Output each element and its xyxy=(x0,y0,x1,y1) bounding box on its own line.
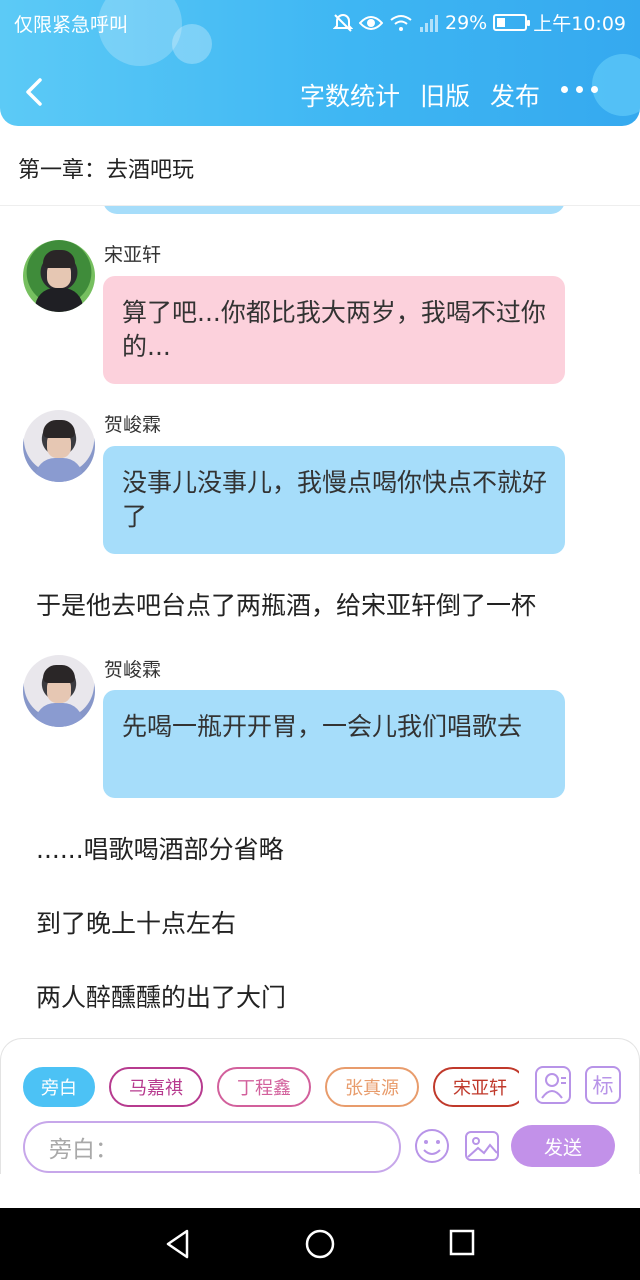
avatar[interactable] xyxy=(23,410,95,482)
role-person-icon[interactable] xyxy=(535,1066,571,1104)
speaker-name: 贺峻霖 xyxy=(104,659,162,681)
role-chip[interactable]: 张真源 xyxy=(325,1067,419,1107)
status-bar: 仅限紧急呼叫 29% 上午10:09 xyxy=(0,0,640,44)
role-chip-narrator[interactable]: 旁白 xyxy=(23,1067,95,1107)
speaker-name: 贺峻霖 xyxy=(104,414,162,436)
chat-bubble xyxy=(103,206,565,214)
nav-bar: 字数统计 旧版 发布 xyxy=(0,66,640,122)
app-header: 仅限紧急呼叫 29% 上午10:09 字数统计 旧版 发布 xyxy=(0,0,640,126)
battery-icon xyxy=(493,14,531,31)
role-selector: 旁白 马嘉祺 丁程鑫 张真源 宋亚轩 xyxy=(23,1067,519,1109)
chat-bubble[interactable]: 先喝一瓶开开胃，一会儿我们唱歌去 xyxy=(103,690,565,798)
narration-text[interactable]: 于是他去吧台点了两瓶酒，给宋亚轩倒了一杯 xyxy=(36,586,536,622)
chat-bubble[interactable]: 没事儿没事儿，我慢点喝你快点不就好了 xyxy=(103,446,565,554)
chapter-title[interactable]: 第一章：去酒吧玩 xyxy=(18,152,194,184)
system-nav-bar xyxy=(0,1208,640,1280)
narration-text[interactable]: ......唱歌喝酒部分省略 xyxy=(36,830,284,866)
publish-button[interactable]: 发布 xyxy=(490,77,540,113)
carrier-text: 仅限紧急呼叫 xyxy=(14,14,129,36)
word-count-button[interactable]: 字数统计 xyxy=(300,77,400,113)
nav-back-icon[interactable] xyxy=(163,1228,193,1260)
more-dots-icon[interactable] xyxy=(561,86,598,93)
battery-percent: 29% xyxy=(445,11,488,34)
narration-text[interactable]: 到了晚上十点左右 xyxy=(36,904,236,940)
status-time: 上午10:09 xyxy=(533,13,626,35)
image-icon[interactable] xyxy=(463,1127,501,1165)
narration-text[interactable]: 两人醉醺醺的出了大门 xyxy=(36,978,286,1014)
mark-button[interactable]: 标 xyxy=(585,1066,621,1104)
mute-icon xyxy=(333,13,353,32)
role-chip[interactable]: 宋亚轩 xyxy=(433,1067,519,1107)
role-chip[interactable]: 马嘉祺 xyxy=(109,1067,203,1107)
avatar[interactable] xyxy=(23,655,95,727)
nav-home-icon[interactable] xyxy=(304,1228,336,1260)
nav-recents-icon[interactable] xyxy=(448,1228,476,1258)
eye-icon xyxy=(359,15,383,30)
avatar[interactable] xyxy=(23,240,95,312)
chapter-title-bar: 第一章：去酒吧玩 xyxy=(0,126,640,206)
message-input[interactable]: 旁白： xyxy=(23,1121,401,1173)
wifi-icon xyxy=(390,14,412,31)
emoji-icon[interactable] xyxy=(413,1127,451,1165)
role-chip[interactable]: 丁程鑫 xyxy=(217,1067,311,1107)
send-button[interactable]: 发送 xyxy=(511,1125,615,1167)
speaker-name: 宋亚轩 xyxy=(104,244,162,266)
signal-icon xyxy=(420,14,438,32)
input-panel: 旁白 马嘉祺 丁程鑫 张真源 宋亚轩 标 旁白： 发送 xyxy=(0,1038,640,1174)
back-arrow-icon[interactable] xyxy=(20,74,50,110)
old-version-button[interactable]: 旧版 xyxy=(420,77,470,113)
story-content[interactable]: 宋亚轩 算了吧...你都比我大两岁，我喝不过你的... 贺峻霖 没事儿没事儿，我… xyxy=(0,206,640,1040)
battery-fill xyxy=(497,18,505,27)
chat-bubble[interactable]: 算了吧...你都比我大两岁，我喝不过你的... xyxy=(103,276,565,384)
